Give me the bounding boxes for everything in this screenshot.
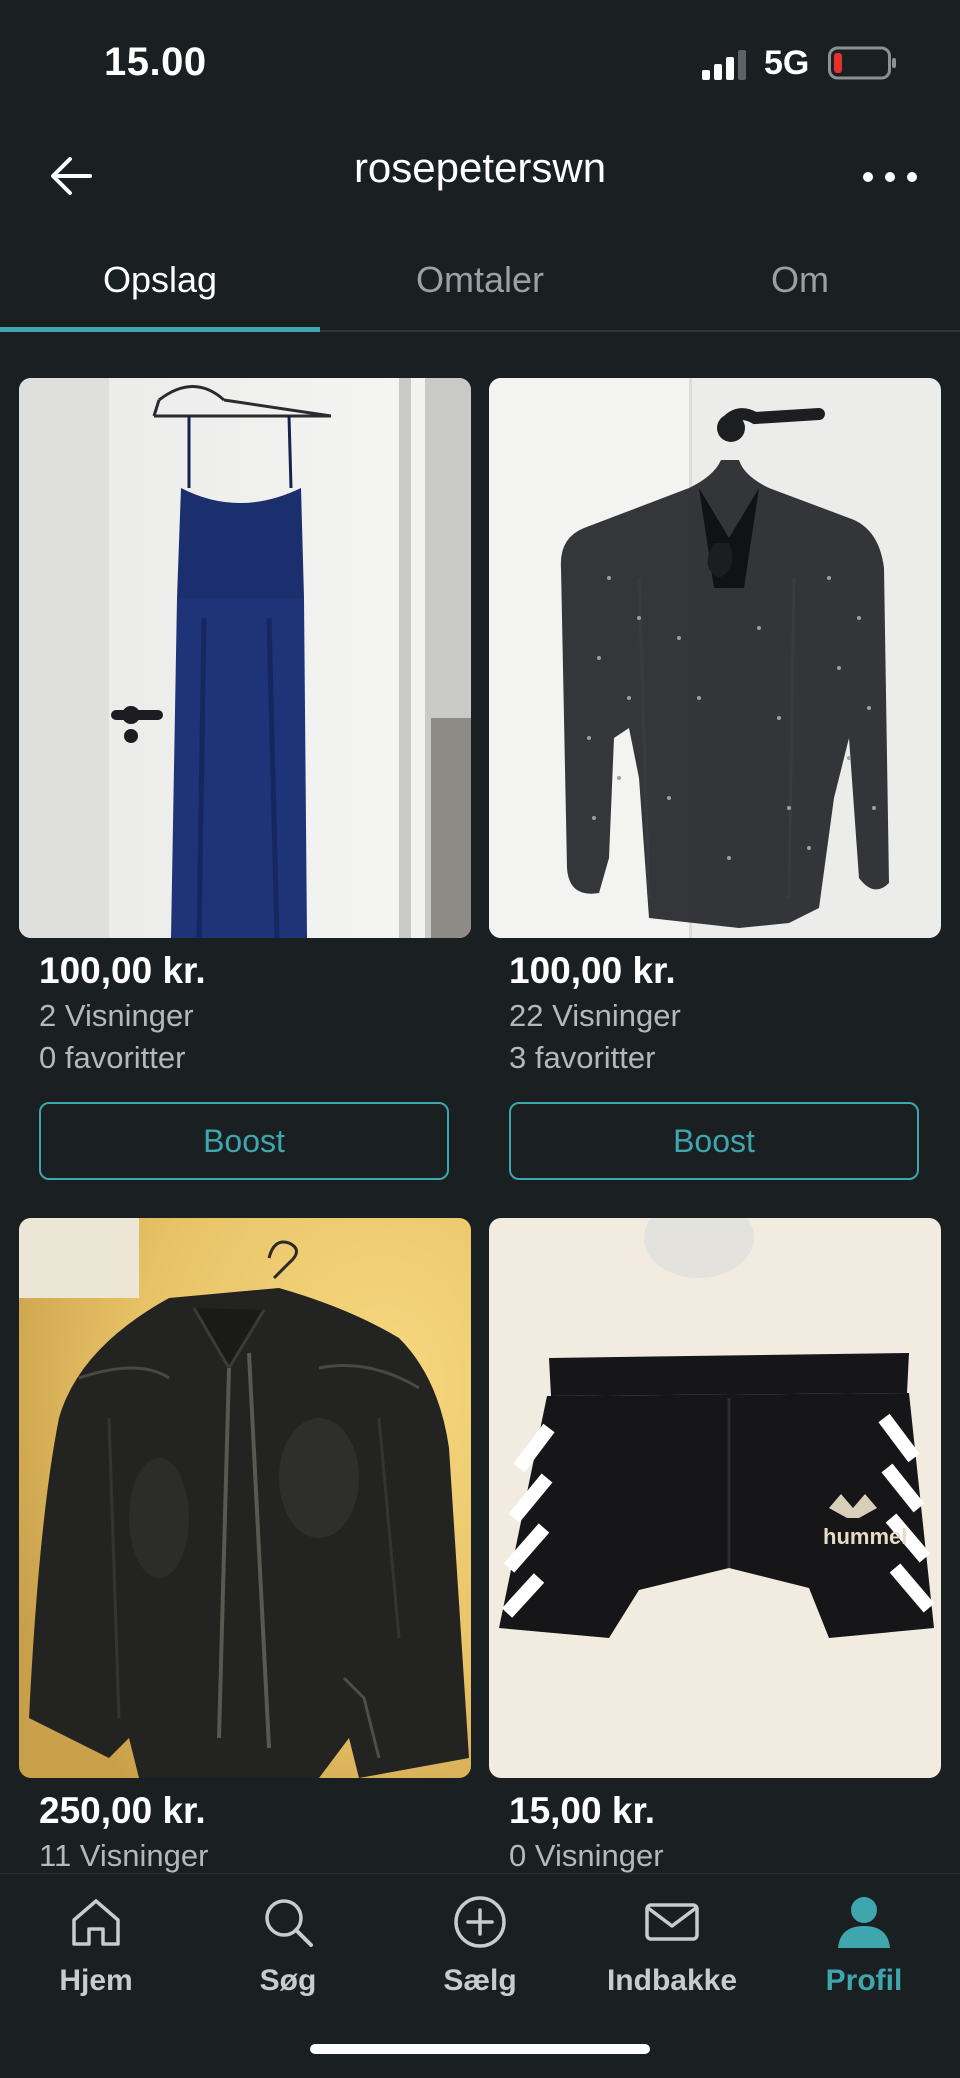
nav-inbox[interactable]: Indbakke	[576, 1892, 768, 1998]
more-options-icon[interactable]	[858, 152, 922, 202]
leather-jacket-image	[19, 1218, 471, 1778]
listing-favorites: 3 favoritter	[509, 1040, 656, 1075]
listing-price: 250,00 kr.	[39, 1790, 206, 1831]
home-icon	[72, 1899, 120, 1946]
listing-card: hummel 15,00 kr. 0 Visninger	[489, 1218, 941, 1873]
plus-circle-icon	[454, 1896, 506, 1948]
listing-card: 250,00 kr. 11 Visninger	[19, 1218, 471, 1873]
nav-home[interactable]: Hjem	[0, 1892, 192, 1998]
nav-sell[interactable]: Sælg	[384, 1892, 576, 1998]
network-label: 5G	[764, 44, 810, 82]
listing-photo-leather-jacket[interactable]	[19, 1218, 471, 1778]
home-indicator	[310, 2044, 650, 2054]
profile-icon	[838, 1897, 890, 1948]
profile-tabs: Opslag Omtaler Om	[0, 248, 960, 332]
listing-price: 100,00 kr.	[509, 950, 676, 991]
listing-views: 11 Visninger	[39, 1838, 209, 1873]
tab-omtaler[interactable]: Omtaler	[320, 248, 640, 332]
battery-icon	[828, 46, 896, 80]
search-icon	[265, 1899, 313, 1947]
signal-icon	[702, 50, 746, 80]
listing-favorites: 0 favoritter	[39, 1040, 186, 1075]
nav-label: Indbakke	[606, 1964, 738, 1997]
profile-username-title: rosepeterswn	[353, 144, 607, 191]
listing-photo-dress[interactable]	[19, 378, 471, 938]
tab-opslag[interactable]: Opslag	[0, 248, 320, 332]
boost-button[interactable]: Boost	[509, 1102, 919, 1180]
shorts-brand-mark: hummel	[823, 1524, 908, 1549]
listing-card: 100,00 kr. 22 Visninger 3 favoritter Boo…	[489, 378, 941, 1180]
nav-label: Hjem	[59, 1964, 133, 1997]
listings-grid: 100,00 kr. 2 Visninger 0 favoritter Boos…	[0, 378, 960, 1873]
nav-label: Søg	[259, 1964, 317, 1997]
nav-label: Profil	[825, 1964, 903, 1997]
tab-om[interactable]: Om	[640, 248, 960, 332]
listing-price: 100,00 kr.	[39, 950, 206, 991]
top-app-bar: rosepeterswn	[0, 130, 960, 226]
listing-photo-shorts[interactable]: hummel	[489, 1218, 941, 1778]
listing-price: 15,00 kr.	[509, 1790, 656, 1831]
nav-label: Sælg	[443, 1964, 517, 1997]
boost-button[interactable]: Boost	[39, 1102, 449, 1180]
shorts-image	[489, 1218, 941, 1778]
app-screen: 15.00 5G rosepeterswn Opslag Omtaler Om	[0, 0, 960, 2078]
listing-views: 22 Visninger	[509, 998, 681, 1033]
listing-photo-blouse[interactable]	[489, 378, 941, 938]
nav-search[interactable]: Søg	[192, 1892, 384, 1998]
status-bar: 15.00 5G	[0, 0, 960, 130]
nav-profile[interactable]: Profil	[768, 1892, 960, 1998]
active-tab-indicator	[0, 327, 320, 332]
dress-image	[19, 378, 471, 938]
listing-views: 2 Visninger	[39, 998, 194, 1033]
listing-views: 0 Visninger	[509, 1838, 664, 1873]
listing-card: 100,00 kr. 2 Visninger 0 favoritter Boos…	[19, 378, 471, 1180]
mail-icon	[645, 1903, 699, 1941]
blouse-image	[489, 378, 941, 938]
status-time: 15.00	[104, 40, 207, 84]
